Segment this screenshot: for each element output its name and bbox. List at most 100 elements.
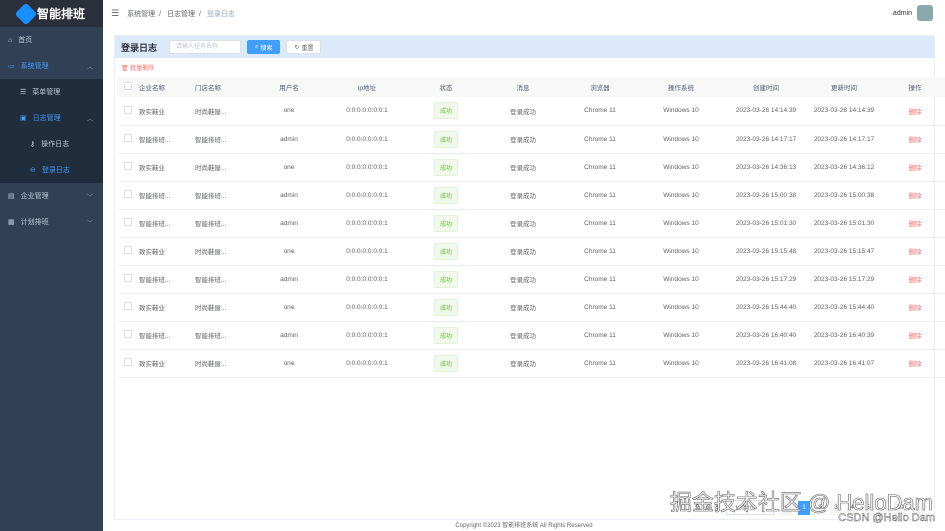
table-row[interactable]: 致实鞋业 时尚鞋屋... one 0:0:0:0:0:0:0:1 成功 登录成功 Chrom…	[117, 153, 945, 182]
next-page-button[interactable]: ›	[912, 500, 924, 515]
cell: 时尚鞋屋...	[195, 97, 255, 126]
total-count: 共 196 条	[694, 506, 720, 512]
table-row[interactable]: 智能排班... 智能排班... admin 0:0:0:0:0:0:0:1 成功 登录成功…	[117, 265, 945, 294]
cell: 登录成功	[481, 153, 565, 182]
trash-icon: 🗑	[121, 66, 129, 72]
chevron-down-icon: ﹀	[86, 194, 93, 201]
cell: 2023-03-26 15:00:38	[805, 181, 883, 210]
cell: Windows 10	[635, 181, 727, 210]
column-header: 更新时间	[805, 77, 883, 97]
table-row[interactable]: 致实鞋业 时尚鞋屋... one 0:0:0:0:0:0:0:1 成功 登录成功 Chrom…	[117, 237, 945, 266]
row-checkbox[interactable]	[124, 246, 132, 254]
table-row[interactable]: 致实鞋业 时尚鞋屋... one 0:0:0:0:0:0:0:1 成功 登录成功 Chrom…	[117, 293, 945, 322]
status-badge: 成功	[433, 214, 458, 232]
cell: one	[255, 97, 323, 126]
task-name-input[interactable]: 请输入任务名称	[169, 40, 242, 54]
cell: 2023-03-26 14:14:39	[805, 97, 883, 126]
page-button[interactable]: 1	[798, 500, 810, 515]
row-checkbox[interactable]	[124, 134, 132, 142]
sidebar-item-system[interactable]: ▭ 系统管理 ︿	[0, 53, 103, 79]
delete-button[interactable]: 删除	[909, 193, 922, 200]
key-icon: ⚷	[30, 141, 36, 148]
row-checkbox[interactable]	[124, 358, 132, 366]
page-button[interactable]: 5	[862, 500, 874, 515]
chevron-down-icon: ﹀	[86, 220, 93, 227]
sidebar-item-menu[interactable]: ☰ 菜单管理	[0, 79, 103, 105]
cell: 0:0:0:0:0:0:0:1	[323, 321, 411, 350]
table-row[interactable]: 智能排班... 智能排班... admin 0:0:0:0:0:0:0:1 成功 登录成功…	[117, 321, 945, 350]
cell: 2023-03-26 15:00:38	[727, 181, 805, 210]
table-row[interactable]: 致实鞋业 时尚鞋屋... one 0:0:0:0:0:0:0:1 成功 登录成功 Chrom…	[117, 97, 945, 126]
delete-button[interactable]: 删除	[909, 165, 922, 172]
sidebar-item-loginlog[interactable]: ⊖ 登录日志	[0, 157, 103, 183]
status-badge: 成功	[433, 158, 458, 176]
breadcrumb-item[interactable]: 系统管理	[127, 11, 155, 18]
row-checkbox[interactable]	[124, 105, 132, 114]
row-checkbox[interactable]	[124, 274, 132, 282]
cell: 2023-03-26 14:36:12	[805, 153, 883, 182]
page-button[interactable]: 2	[814, 500, 826, 515]
table-row[interactable]: 智能排班... 智能排班... admin 0:0:0:0:0:0:0:1 成功 登录成功…	[117, 181, 945, 210]
batch-delete-button[interactable]: 🗑 批量删除	[115, 58, 934, 77]
delete-button[interactable]: 删除	[909, 305, 922, 312]
sidebar-item-log[interactable]: ▣ 日志管理 ︿	[0, 105, 103, 131]
delete-button[interactable]: 删除	[909, 277, 922, 284]
sidebar-item-home[interactable]: ⌂ 首页	[0, 27, 103, 53]
monitor-icon: ▭	[8, 63, 15, 70]
cell: 2023-03-26 15:44:40	[805, 293, 883, 322]
delete-button[interactable]: 删除	[909, 361, 922, 368]
breadcrumb-item[interactable]: 日志管理	[167, 11, 195, 18]
delete-button[interactable]: 删除	[909, 137, 922, 144]
cell: 2023-03-26 14:14:39	[727, 97, 805, 126]
column-header: 用户名	[255, 77, 323, 97]
row-checkbox[interactable]	[124, 218, 132, 226]
page-button[interactable]: 4	[846, 500, 858, 515]
column-header: 企业名称	[139, 77, 195, 97]
status-badge: 成功	[433, 186, 458, 204]
reset-button[interactable]: ↻ 重置	[286, 40, 322, 54]
page-size-select[interactable]: 10条/页	[726, 500, 774, 515]
table-row[interactable]: 致实鞋业 时尚鞋屋... one 0:0:0:0:0:0:0:1 成功 登录成功 Chrom…	[117, 349, 945, 378]
table-row[interactable]: 智能排班... 智能排班... admin 0:0:0:0:0:0:0:1 成功 登录成功…	[117, 125, 945, 154]
cell: 智能排班...	[195, 209, 255, 238]
cell: 登录成功	[481, 181, 565, 210]
user-menu[interactable]: admin	[893, 5, 933, 21]
search-button[interactable]: ⌕ 搜索	[247, 40, 281, 54]
cell: 时尚鞋屋...	[195, 237, 255, 266]
sidebar-item-oplog[interactable]: ⚷ 操作日志	[0, 131, 103, 157]
cell: 智能排班...	[195, 321, 255, 350]
status-badge: 成功	[433, 130, 458, 148]
login-log-card: 登录日志 请输入任务名称 ⌕ 搜索 ↻ 重置 🗑 批量删除 企业名称 门店名称 用户名 i…	[114, 35, 945, 520]
cell: 登录成功	[481, 349, 565, 378]
column-header: ip地址	[323, 77, 411, 97]
hamburger-icon[interactable]: ☰	[111, 8, 119, 19]
logo[interactable]: 智能排班	[0, 0, 103, 27]
delete-button[interactable]: 删除	[909, 109, 922, 116]
cell: 时尚鞋屋...	[195, 293, 255, 322]
column-header: 操作	[883, 77, 945, 97]
cell: 登录成功	[481, 97, 565, 126]
delete-button[interactable]: 删除	[909, 221, 922, 228]
page-button[interactable]: 20	[894, 500, 906, 515]
row-checkbox[interactable]	[124, 190, 132, 198]
delete-button[interactable]: 删除	[909, 333, 922, 340]
page-button[interactable]: ...	[878, 500, 890, 515]
cell: 0:0:0:0:0:0:0:1	[323, 125, 411, 154]
row-checkbox[interactable]	[124, 330, 132, 338]
cell: 0:0:0:0:0:0:0:1	[323, 349, 411, 378]
delete-button[interactable]: 删除	[909, 249, 922, 256]
prev-page-button[interactable]: ‹	[780, 500, 792, 515]
cell: 0:0:0:0:0:0:0:1	[323, 237, 411, 266]
cell: Chrome 11	[565, 321, 635, 350]
row-checkbox[interactable]	[124, 162, 132, 170]
log-table: 企业名称 门店名称 用户名 ip地址 状态 消息 浏览器 操作系统 创建时间 更新时间 操作 致实鞋…	[117, 77, 945, 378]
cell: 2023-03-26 14:17:17	[805, 125, 883, 154]
sidebar-item-plan[interactable]: ▦ 计划排班 ﹀	[0, 209, 103, 235]
cell: 智能排班...	[195, 181, 255, 210]
page-button[interactable]: 3	[830, 500, 842, 515]
home-icon: ⌂	[8, 36, 13, 44]
select-all-checkbox[interactable]	[124, 82, 132, 90]
table-row[interactable]: 智能排班... 智能排班... admin 0:0:0:0:0:0:0:1 成功 登录成功…	[117, 209, 945, 238]
row-checkbox[interactable]	[124, 302, 132, 310]
sidebar-item-enterprise[interactable]: ▤ 企业管理 ﹀	[0, 183, 103, 209]
